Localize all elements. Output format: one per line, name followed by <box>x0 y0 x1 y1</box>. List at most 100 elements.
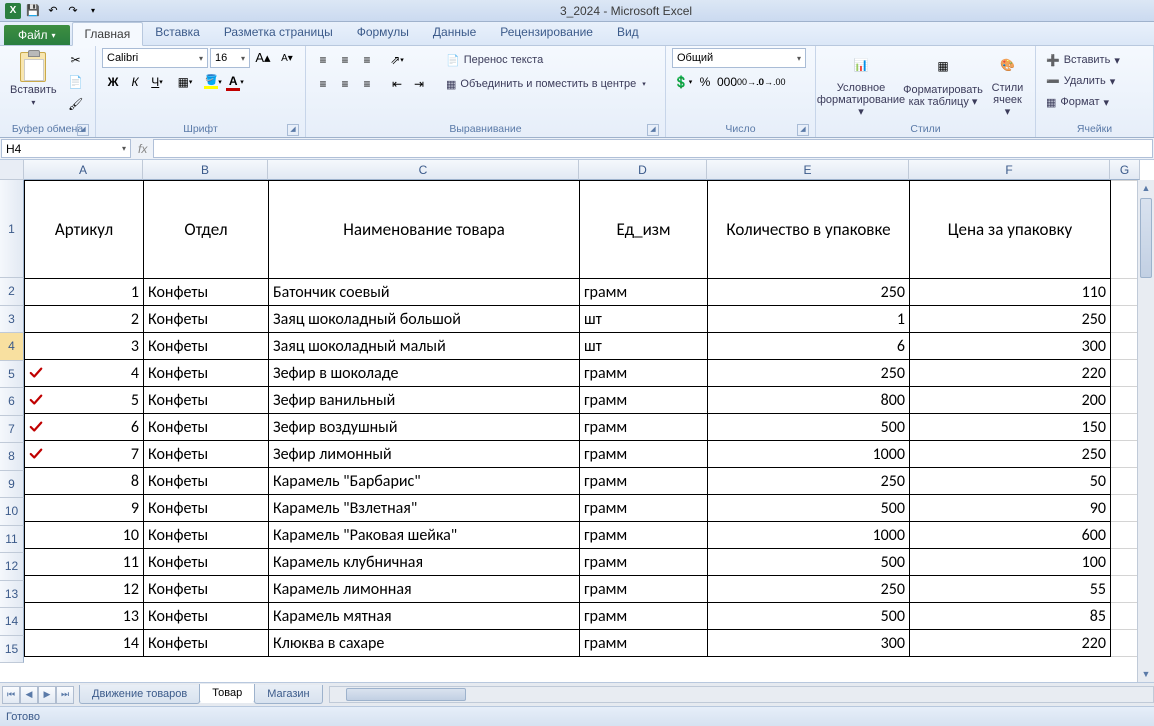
sheet-tab-Магазин[interactable]: Магазин <box>254 685 322 704</box>
row-header-1[interactable]: 1 <box>0 180 24 278</box>
cell[interactable]: 9 <box>25 495 144 522</box>
cell[interactable]: грамм <box>580 279 708 306</box>
cell[interactable]: 500 <box>708 549 910 576</box>
insert-cells-button[interactable]: ➕Вставить ▾ <box>1042 50 1124 70</box>
tab-формулы[interactable]: Формулы <box>345 21 421 45</box>
cell[interactable]: Зефир воздушный <box>269 414 580 441</box>
row-header-11[interactable]: 11 <box>0 526 24 554</box>
cell[interactable]: Карамель "Раковая шейка" <box>269 522 580 549</box>
cell[interactable]: 100 <box>910 549 1111 576</box>
cell[interactable]: Карамель лимонная <box>269 576 580 603</box>
conditional-formatting-button[interactable]: 📊 Условное форматирование ▾ <box>822 48 900 120</box>
bold-button[interactable]: Ж <box>102 72 124 92</box>
cell[interactable]: 55 <box>910 576 1111 603</box>
cell[interactable]: Конфеты <box>144 360 269 387</box>
row-header-3[interactable]: 3 <box>0 306 24 334</box>
cell[interactable]: 220 <box>910 360 1111 387</box>
cell[interactable]: Конфеты <box>144 495 269 522</box>
cell[interactable]: 1 <box>708 306 910 333</box>
cell[interactable]: 800 <box>708 387 910 414</box>
table-header-cell[interactable]: Цена за упаковку <box>910 181 1111 279</box>
shrink-font-icon[interactable]: A▾ <box>276 48 298 68</box>
cell[interactable]: Конфеты <box>144 441 269 468</box>
col-header-F[interactable]: F <box>909 160 1110 180</box>
sheet-tab-Движение товаров[interactable]: Движение товаров <box>79 685 200 704</box>
cell[interactable]: 250 <box>708 468 910 495</box>
row-header-4[interactable]: 4 <box>0 333 24 361</box>
cell[interactable]: грамм <box>580 549 708 576</box>
paste-button[interactable]: Вставить▾ <box>6 48 61 120</box>
cell[interactable]: Карамель клубничная <box>269 549 580 576</box>
grid[interactable]: АртикулОтделНаименование товараЕд_измКол… <box>24 180 1137 682</box>
percent-icon[interactable]: % <box>694 72 716 92</box>
cell[interactable]: 600 <box>910 522 1111 549</box>
cell[interactable]: грамм <box>580 522 708 549</box>
cell[interactable]: Заяц шоколадный малый <box>269 333 580 360</box>
cell[interactable]: грамм <box>580 387 708 414</box>
cell[interactable]: 250 <box>910 441 1111 468</box>
underline-button[interactable]: Ч▾ <box>146 72 168 92</box>
cell[interactable]: 200 <box>910 387 1111 414</box>
cell[interactable]: 220 <box>910 630 1111 657</box>
number-launcher-icon[interactable]: ◢ <box>797 124 809 136</box>
format-painter-icon[interactable]: 🖌 <box>65 94 87 114</box>
row-header-12[interactable]: 12 <box>0 553 24 581</box>
fill-color-button[interactable]: 🪣▾ <box>202 72 224 92</box>
cell[interactable]: 3 <box>25 333 144 360</box>
tab-вставка[interactable]: Вставка <box>143 21 212 45</box>
decrease-indent-icon[interactable]: ⇤ <box>386 74 408 94</box>
cell[interactable]: Конфеты <box>144 576 269 603</box>
cell[interactable]: Карамель "Взлетная" <box>269 495 580 522</box>
clipboard-launcher-icon[interactable]: ◢ <box>77 124 89 136</box>
orientation-icon[interactable]: ⇗▾ <box>386 50 408 70</box>
row-header-10[interactable]: 10 <box>0 498 24 526</box>
tab-вид[interactable]: Вид <box>605 21 651 45</box>
cell[interactable]: Карамель "Барбарис" <box>269 468 580 495</box>
cell[interactable]: грамм <box>580 630 708 657</box>
merge-center-button[interactable]: ▦Объединить и поместить в центре▾ <box>442 74 650 94</box>
cut-icon[interactable]: ✂ <box>65 50 87 70</box>
fx-label[interactable]: fx <box>132 138 153 159</box>
cell[interactable]: Конфеты <box>144 333 269 360</box>
align-middle-icon[interactable]: ≡ <box>334 50 356 70</box>
cell[interactable]: грамм <box>580 414 708 441</box>
row-header-5[interactable]: 5 <box>0 361 24 389</box>
cell[interactable]: 7 <box>25 441 144 468</box>
scroll-up-icon[interactable]: ▲ <box>1138 180 1154 196</box>
tab-разметка страницы[interactable]: Разметка страницы <box>212 21 345 45</box>
cell[interactable]: грамм <box>580 360 708 387</box>
cell[interactable]: 11 <box>25 549 144 576</box>
cell[interactable]: 500 <box>708 603 910 630</box>
delete-cells-button[interactable]: ➖Удалить ▾ <box>1042 71 1119 91</box>
copy-icon[interactable]: 📄 <box>65 72 87 92</box>
cell[interactable]: 12 <box>25 576 144 603</box>
cell[interactable]: Конфеты <box>144 549 269 576</box>
row-header-8[interactable]: 8 <box>0 443 24 471</box>
cell[interactable]: 85 <box>910 603 1111 630</box>
sheet-nav-next-icon[interactable]: ▶ <box>38 686 56 704</box>
cell[interactable]: 1 <box>25 279 144 306</box>
cell[interactable]: 5 <box>25 387 144 414</box>
table-header-cell[interactable]: Ед_изм <box>580 181 708 279</box>
row-header-6[interactable]: 6 <box>0 388 24 416</box>
redo-icon[interactable]: ↷ <box>64 2 82 20</box>
font-launcher-icon[interactable]: ◢ <box>287 124 299 136</box>
sheet-nav-prev-icon[interactable]: ◀ <box>20 686 38 704</box>
row-header-15[interactable]: 15 <box>0 636 24 664</box>
col-header-B[interactable]: B <box>143 160 268 180</box>
cell[interactable]: 13 <box>25 603 144 630</box>
table-header-cell[interactable]: Артикул <box>25 181 144 279</box>
cell[interactable]: грамм <box>580 495 708 522</box>
cell[interactable]: грамм <box>580 603 708 630</box>
format-cells-button[interactable]: ▦Формат ▾ <box>1042 92 1113 112</box>
number-format-combo[interactable]: Общий▾ <box>672 48 806 68</box>
horizontal-scrollbar[interactable] <box>329 686 1154 703</box>
cell[interactable]: Конфеты <box>144 522 269 549</box>
align-left-icon[interactable]: ≡ <box>312 74 334 94</box>
italic-button[interactable]: К <box>124 72 146 92</box>
tab-рецензирование[interactable]: Рецензирование <box>488 21 605 45</box>
borders-button[interactable]: ▦▾ <box>174 72 196 92</box>
sheet-nav-first-icon[interactable]: ⏮ <box>2 686 20 704</box>
cell[interactable]: 14 <box>25 630 144 657</box>
cell[interactable]: 90 <box>910 495 1111 522</box>
